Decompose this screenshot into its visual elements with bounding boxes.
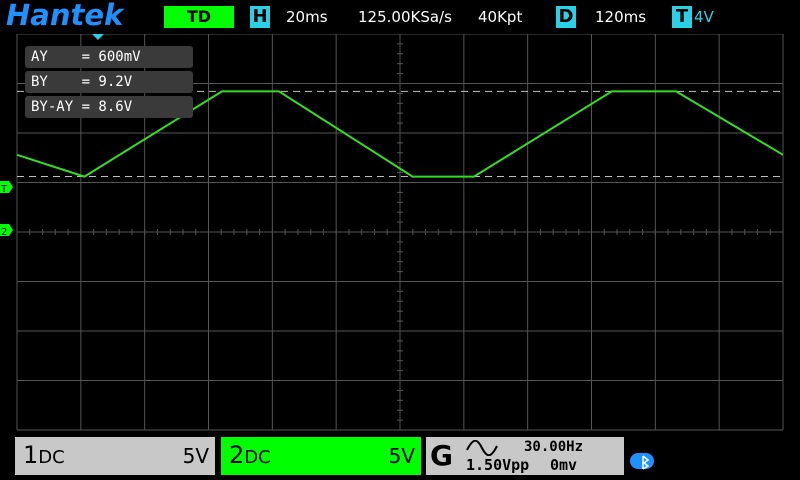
delay-value: 120ms xyxy=(595,8,647,26)
trigger-mode-badge[interactable]: TD xyxy=(164,6,234,28)
channel2-number: 2 xyxy=(229,441,245,469)
channel1-label: 1DC xyxy=(23,441,65,469)
generator-offset: 0mv xyxy=(550,456,578,474)
channel2-marker: 2 xyxy=(0,224,13,238)
channel2-coupling: DC xyxy=(244,447,271,468)
cursor-by-readout: BY = 9.2V xyxy=(25,71,193,93)
generator-amplitude: 1.50Vpp xyxy=(466,456,530,474)
sample-rate: 125.00KSa/s xyxy=(358,8,452,26)
memory-depth: 40Kpt xyxy=(478,8,523,26)
trigger-marker-label: T xyxy=(0,184,8,195)
cursor-ay-readout: AY = 600mV xyxy=(25,46,193,68)
generator-label: G xyxy=(430,439,453,472)
timebase-value: 20ms xyxy=(286,8,328,26)
sine-wave-icon xyxy=(466,440,498,456)
channel2-panel[interactable]: 2DC 5V xyxy=(221,437,421,475)
generator-panel[interactable]: G 30.00Hz 1.50Vpp 0mv xyxy=(426,437,624,475)
channel2-marker-label: 2 xyxy=(1,227,7,238)
trigger-level-marker: T xyxy=(0,181,13,195)
channel2-volts-div: 5V xyxy=(388,444,415,468)
hantek-logo: Hantek xyxy=(6,0,124,32)
channel1-panel[interactable]: 1DC 5V xyxy=(15,437,215,475)
channel1-coupling: DC xyxy=(38,447,65,468)
generator-frequency: 30.00Hz xyxy=(524,439,584,455)
channel2-label: 2DC xyxy=(229,441,271,469)
bluetooth-icon xyxy=(630,453,654,470)
channel1-volts-div: 5V xyxy=(182,444,209,468)
channel1-number: 1 xyxy=(23,441,39,469)
cursor-diff-readout: BY-AY = 8.6V xyxy=(25,96,193,118)
horizontal-label: H xyxy=(250,6,270,28)
trigger-position-marker xyxy=(92,34,104,40)
scope-display[interactable]: T 2 xyxy=(0,34,800,434)
trigger-label: T xyxy=(672,6,692,28)
delay-label: D xyxy=(556,6,576,28)
trigger-level: 4V xyxy=(694,8,714,26)
scope-grid xyxy=(16,34,784,431)
